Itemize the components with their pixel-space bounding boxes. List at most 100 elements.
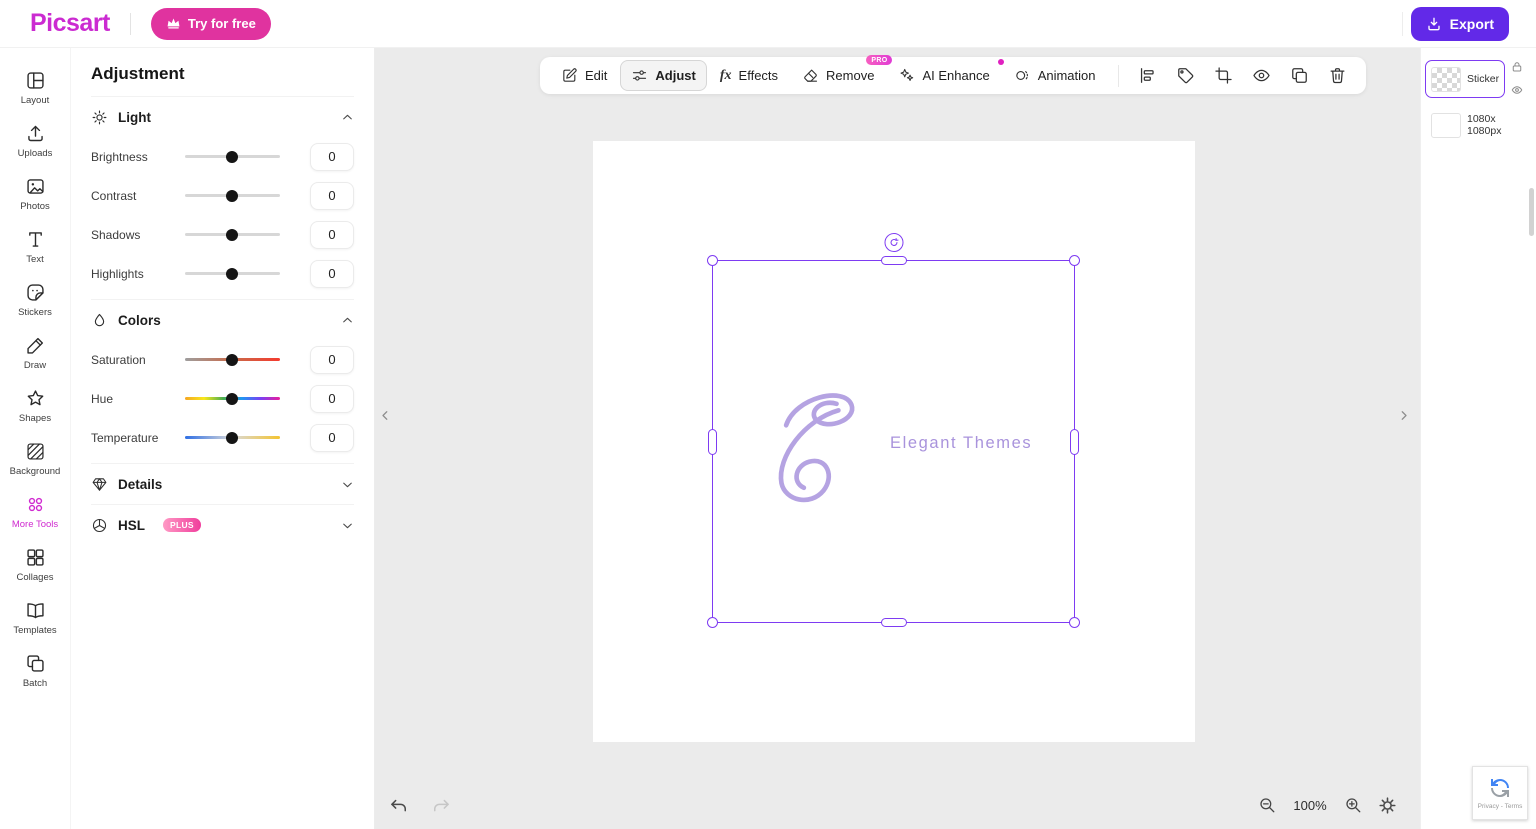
layer-name: 1080x1080px [1467, 113, 1501, 137]
sidebar-item-label: Stickers [18, 307, 52, 318]
tab-effects[interactable]: fx Effects [709, 61, 789, 91]
contrast-value[interactable]: 0 [310, 182, 354, 210]
undo-button[interactable] [386, 793, 412, 819]
sidebar-item-shapes[interactable]: Shapes [2, 380, 68, 432]
redo-icon [431, 796, 451, 816]
resize-handle-top[interactable] [881, 256, 907, 265]
section-title: Colors [118, 313, 161, 328]
sun-icon [91, 109, 108, 126]
slider-label: Temperature [91, 431, 185, 445]
tab-animation[interactable]: Animation [1003, 60, 1107, 91]
resize-handle-bottom-left[interactable] [707, 617, 718, 628]
history-controls [386, 793, 454, 819]
sidebar-item-more-tools[interactable]: More Tools [2, 486, 68, 538]
tab-label: Effects [739, 68, 779, 83]
sidebar-item-background[interactable]: Background [2, 433, 68, 485]
layer-item-sticker[interactable]: Sticker [1425, 60, 1505, 98]
sidebar-item-templates[interactable]: Templates [2, 592, 68, 644]
toolbar-divider [1118, 65, 1119, 87]
batch-icon [25, 653, 46, 674]
tab-ai-enhance[interactable]: AI Enhance [887, 60, 1000, 91]
resize-handle-bottom-right[interactable] [1069, 617, 1080, 628]
selection-box[interactable] [712, 260, 1075, 623]
sidebar-item-stickers[interactable]: Stickers [2, 274, 68, 326]
gem-icon [91, 476, 108, 493]
resize-handle-left[interactable] [708, 429, 717, 455]
sidebar-item-photos[interactable]: Photos [2, 168, 68, 220]
sidebar-item-uploads[interactable]: Uploads [2, 115, 68, 167]
delete-button[interactable] [1320, 61, 1356, 91]
adjust-icon [631, 67, 648, 84]
canvas-settings-button[interactable] [1374, 792, 1400, 818]
try-for-free-button[interactable]: Try for free [151, 8, 271, 40]
export-button[interactable]: Export [1411, 7, 1509, 41]
eraser-icon [802, 67, 819, 84]
highlights-value[interactable]: 0 [310, 260, 354, 288]
brightness-value[interactable]: 0 [310, 143, 354, 171]
zoom-in-button[interactable] [1340, 792, 1366, 818]
highlights-slider[interactable] [185, 267, 280, 281]
sparkles-icon [898, 67, 915, 84]
stickers-icon [25, 282, 46, 303]
saturation-value[interactable]: 0 [310, 346, 354, 374]
sidebar-item-draw[interactable]: Draw [2, 327, 68, 379]
sidebar-item-text[interactable]: Text [2, 221, 68, 273]
resize-handle-right[interactable] [1070, 429, 1079, 455]
layer-item-background[interactable]: 1080x1080px [1425, 106, 1505, 144]
shadows-value[interactable]: 0 [310, 221, 354, 249]
hue-value[interactable]: 0 [310, 385, 354, 413]
slider-knob[interactable] [226, 151, 238, 163]
visibility-eye-icon[interactable] [1511, 84, 1523, 96]
contrast-slider[interactable] [185, 189, 280, 203]
saturation-slider[interactable] [185, 353, 280, 367]
tag-button[interactable] [1168, 61, 1204, 91]
more-tools-icon [25, 494, 46, 515]
zoom-level[interactable]: 100% [1292, 798, 1328, 813]
slider-knob[interactable] [226, 190, 238, 202]
scrollbar[interactable] [1529, 188, 1534, 236]
collages-icon [25, 547, 46, 568]
crop-button[interactable] [1206, 61, 1242, 91]
temperature-slider[interactable] [185, 431, 280, 445]
resize-handle-top-left[interactable] [707, 255, 718, 266]
collapse-left-panel-button[interactable] [376, 401, 394, 429]
brightness-slider[interactable] [185, 150, 280, 164]
slider-knob[interactable] [226, 354, 238, 366]
slider-knob[interactable] [226, 432, 238, 444]
tab-adjust[interactable]: Adjust [620, 60, 706, 91]
slider-knob[interactable] [226, 268, 238, 280]
adjustment-panel: Adjustment Light Brightness 0 Contrast 0 [70, 48, 375, 829]
recaptcha-badge[interactable]: Privacy - Terms [1472, 766, 1528, 820]
sidebar-item-collages[interactable]: Collages [2, 539, 68, 591]
temperature-value[interactable]: 0 [310, 424, 354, 452]
duplicate-button[interactable] [1282, 61, 1318, 91]
section-colors-header[interactable]: Colors [91, 300, 354, 340]
sidebar-item-layout[interactable]: Layout [2, 62, 68, 114]
preview-eye-button[interactable] [1244, 61, 1280, 91]
tab-edit[interactable]: Edit [550, 60, 618, 91]
slider-knob[interactable] [226, 229, 238, 241]
section-details-header[interactable]: Details [91, 464, 354, 504]
align-button[interactable] [1130, 61, 1166, 91]
section-hsl-header[interactable]: HSL PLUS [91, 505, 354, 545]
section-details: Details [91, 463, 354, 504]
try-for-free-label: Try for free [188, 16, 256, 31]
sidebar-item-label: Text [26, 254, 43, 265]
lock-icon[interactable] [1511, 61, 1523, 73]
hue-slider[interactable] [185, 392, 280, 406]
zoom-out-button[interactable] [1254, 792, 1280, 818]
slider-row-hue: Hue 0 [91, 379, 354, 418]
resize-handle-bottom[interactable] [881, 618, 907, 627]
section-light-header[interactable]: Light [91, 97, 354, 137]
tab-remove[interactable]: Remove PRO [791, 60, 885, 91]
shadows-slider[interactable] [185, 228, 280, 242]
resize-handle-top-right[interactable] [1069, 255, 1080, 266]
tab-label: Animation [1038, 68, 1096, 83]
redo-button[interactable] [428, 793, 454, 819]
picsart-logo[interactable]: Picsart [30, 9, 110, 38]
slider-knob[interactable] [226, 393, 238, 405]
expand-right-panel-button[interactable] [1394, 401, 1412, 429]
sidebar-item-label: Shapes [19, 413, 51, 424]
sidebar-item-batch[interactable]: Batch [2, 645, 68, 697]
rotate-handle[interactable] [884, 233, 903, 252]
